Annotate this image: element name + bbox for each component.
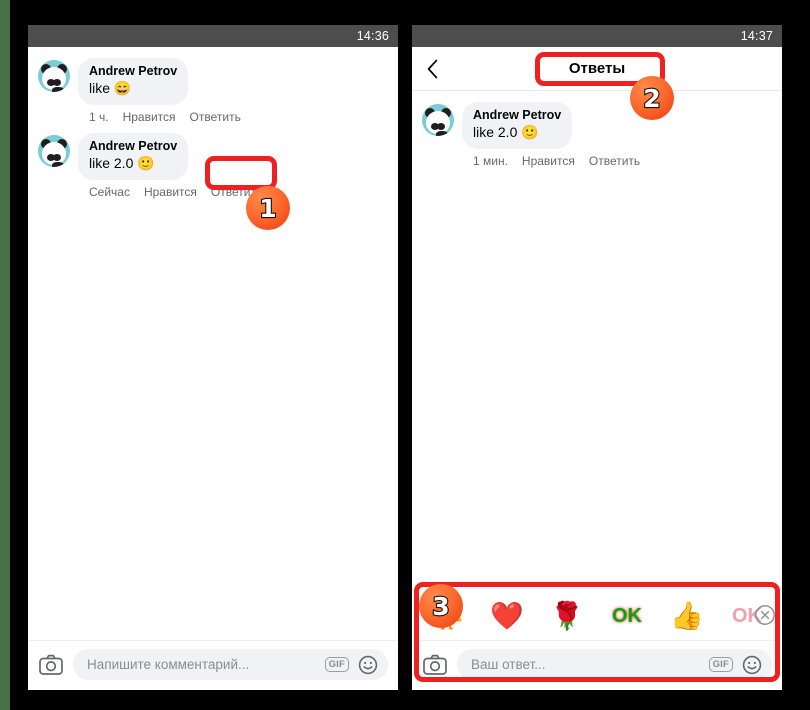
- chevron-left-icon[interactable]: [412, 47, 454, 91]
- status-bar-clock: 14:36: [356, 29, 389, 43]
- comment-item[interactable]: Andrew Petrov like 2.0 🙂 1 мин. Нравится…: [412, 99, 782, 174]
- panda-eye-right-icon: [437, 123, 445, 130]
- comment-input-placeholder: Напишите комментарий...: [87, 657, 250, 672]
- screenshot-root: 14:36 Andrew Petrov like 😄 1 ч. Нравится…: [0, 0, 810, 710]
- like-action[interactable]: Нравится: [522, 154, 575, 168]
- comment-timestamp: 1 мин.: [473, 154, 508, 168]
- comment-meta: 1 ч. Нравится Ответить: [78, 105, 243, 128]
- comment-author: Andrew Petrov: [89, 139, 178, 153]
- reply-action[interactable]: Ответить: [589, 154, 640, 168]
- status-bar-right: 14:37: [412, 25, 782, 47]
- comment-timestamp: Сейчас: [89, 185, 130, 199]
- comment-author: Andrew Petrov: [473, 108, 562, 122]
- right-phone-screen: 14:37 Ответы Andrew Petrov like 2.0 🙂 1 …: [412, 25, 782, 690]
- avatar[interactable]: [422, 104, 454, 136]
- step-badge-2: 2: [630, 76, 674, 120]
- step-badge-1-number: 1: [258, 193, 278, 223]
- smiley-icon[interactable]: [358, 655, 378, 675]
- comment-list-right: Andrew Petrov like 2.0 🙂 1 мин. Нравится…: [412, 91, 782, 590]
- comment-meta: Сейчас Нравится Ответить: [78, 180, 264, 203]
- panda-eye-right-icon: [53, 154, 61, 161]
- reply-composer-right: Ваш ответ... GIF: [412, 640, 782, 690]
- comment-text-value: like 2.0: [473, 124, 518, 140]
- comment-item[interactable]: Andrew Petrov like 2.0 🙂 Сейчас Нравится…: [28, 130, 398, 205]
- sticker-tray: 🐥 ❤️ 🌹 OK 👍 OK: [412, 590, 782, 640]
- thumbs-up-sticker[interactable]: 👍: [658, 594, 716, 638]
- comment-emoji: 😄: [113, 80, 132, 96]
- comment-meta: 1 мин. Нравится Ответить: [462, 149, 642, 172]
- gif-button[interactable]: GIF: [708, 657, 733, 672]
- left-screen-body: Andrew Petrov like 😄 1 ч. Нравится Ответ…: [28, 47, 398, 690]
- step-badge-3-number: 3: [431, 591, 451, 621]
- avatar[interactable]: [38, 135, 70, 167]
- comment-body: Andrew Petrov like 2.0 🙂 1 мин. Нравится…: [462, 102, 642, 172]
- step-badge-3: 3: [419, 584, 463, 628]
- like-action[interactable]: Нравится: [144, 185, 197, 199]
- comment-emoji: 🙂: [137, 155, 155, 171]
- comment-item[interactable]: Andrew Petrov like 😄 1 ч. Нравится Ответ…: [28, 55, 398, 130]
- comment-author: Andrew Petrov: [89, 64, 178, 78]
- close-circle-icon[interactable]: [754, 604, 776, 626]
- step-badge-1: 1: [246, 186, 290, 230]
- comment-text-value: like 2.0: [89, 155, 134, 171]
- comment-body: Andrew Petrov like 😄 1 ч. Нравится Ответ…: [78, 58, 243, 128]
- comment-list-left: Andrew Petrov like 😄 1 ч. Нравится Ответ…: [28, 47, 398, 640]
- left-phone-screen: 14:36 Andrew Petrov like 😄 1 ч. Нравится…: [28, 25, 398, 690]
- reply-action[interactable]: Ответить: [190, 110, 241, 124]
- hand-with-rose-sticker[interactable]: 🌹: [538, 594, 596, 638]
- comment-emoji: 🙂: [521, 124, 539, 140]
- page-title: Ответы: [568, 60, 626, 77]
- avatar[interactable]: [38, 60, 70, 92]
- comment-text-value: like: [89, 80, 111, 96]
- status-bar-clock: 14:37: [740, 29, 773, 43]
- comment-bubble: Andrew Petrov like 2.0 🙂: [78, 133, 189, 180]
- panda-head-icon: [42, 67, 66, 92]
- panda-snout-icon: [52, 87, 64, 92]
- comment-text: like 2.0 🙂: [89, 154, 177, 173]
- comment-body: Andrew Petrov like 2.0 🙂 Сейчас Нравится…: [78, 133, 264, 203]
- panda-eye-right-icon: [53, 79, 61, 86]
- comment-text: like 2.0 🙂: [473, 123, 561, 142]
- panda-head-icon: [42, 142, 66, 167]
- red-heart-sticker[interactable]: ❤️: [478, 594, 536, 638]
- like-action[interactable]: Нравится: [123, 110, 176, 124]
- gif-button[interactable]: GIF: [324, 657, 349, 672]
- panda-snout-icon: [436, 131, 448, 136]
- step-badge-2-number: 2: [642, 83, 662, 113]
- reply-input-placeholder: Ваш ответ...: [471, 657, 546, 672]
- right-screen-body: Ответы Andrew Petrov like 2.0 🙂 1 мин. Н…: [412, 47, 782, 690]
- replies-header: Ответы: [412, 47, 782, 91]
- status-bar-left: 14:36: [28, 25, 398, 47]
- comment-input-left[interactable]: Напишите комментарий... GIF: [73, 649, 388, 680]
- image-left-edge-strip: [0, 0, 10, 710]
- comment-bubble: Andrew Petrov like 😄: [78, 58, 189, 105]
- panda-head-icon: [426, 111, 450, 136]
- panda-snout-icon: [52, 162, 64, 167]
- reply-input-right[interactable]: Ваш ответ... GIF: [457, 649, 772, 680]
- comment-bubble: Andrew Petrov like 2.0 🙂: [462, 102, 573, 149]
- comment-text: like 😄: [89, 79, 177, 98]
- smiley-icon[interactable]: [742, 655, 762, 675]
- comment-timestamp: 1 ч.: [89, 110, 109, 124]
- camera-icon[interactable]: [38, 652, 64, 678]
- camera-icon[interactable]: [422, 652, 448, 678]
- ok-green-sticker[interactable]: OK: [598, 594, 656, 638]
- comment-composer-left: Напишите комментарий... GIF: [28, 640, 398, 690]
